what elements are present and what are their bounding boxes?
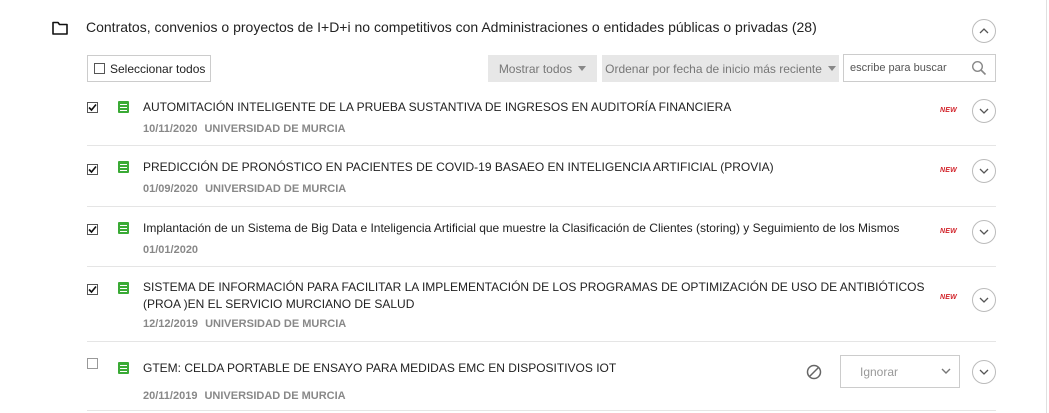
item-meta: 01/01/2020 (143, 244, 198, 256)
item-checkbox[interactable] (87, 358, 98, 369)
chevron-up-icon (979, 28, 989, 34)
item-title[interactable]: GTEM: CELDA PORTABLE DE ENSAYO PARA MEDI… (143, 360, 943, 377)
new-badge: NEW (940, 167, 957, 174)
new-badge: NEW (940, 294, 957, 301)
item-meta: 12/12/2019 UNIVERSIDAD DE MURCIA (143, 318, 346, 330)
ignore-label: Ignorar (860, 364, 899, 379)
ignore-dropdown[interactable]: Ignorar (840, 355, 960, 388)
check-icon (88, 225, 97, 234)
document-icon (118, 222, 129, 234)
select-all-label: Seleccionar todos (110, 61, 206, 76)
item-org: UNIVERSIDAD DE MURCIA (204, 123, 346, 135)
item-date: 10/11/2020 (143, 123, 198, 135)
select-all-box[interactable] (94, 63, 105, 74)
item-date: 12/12/2019 (143, 318, 199, 330)
expand-button[interactable] (972, 99, 996, 123)
chevron-down-icon (979, 229, 989, 235)
item-title[interactable]: AUTOMITACIÓN INTELIGENTE DE LA PRUEBA SU… (143, 99, 943, 116)
new-badge: NEW (940, 107, 957, 114)
section-title: Contratos, convenios o proyectos de I+D+… (86, 19, 817, 35)
row-divider (87, 410, 996, 411)
ban-icon[interactable] (806, 364, 822, 380)
item-title[interactable]: SISTEMA DE INFORMACIÓN PARA FACILITAR LA… (143, 279, 938, 313)
item-org: UNIVERSIDAD DE MURCIA (204, 390, 346, 402)
document-icon (118, 282, 129, 294)
select-all-checkbox[interactable]: Seleccionar todos (87, 55, 211, 82)
expand-button[interactable] (972, 220, 996, 244)
expand-button[interactable] (972, 288, 996, 312)
caret-down-icon (578, 66, 587, 71)
check-icon (88, 103, 97, 112)
item-date: 01/01/2020 (143, 244, 199, 256)
item-checkbox[interactable] (87, 224, 98, 235)
new-badge: NEW (940, 228, 957, 235)
row-divider (87, 145, 996, 146)
item-meta: 01/09/2020 UNIVERSIDAD DE MURCIA (143, 183, 346, 195)
chevron-down-icon (979, 297, 989, 303)
sort-dropdown[interactable]: Ordenar por fecha de inicio más reciente (602, 55, 839, 82)
item-date: 20/11/2019 (143, 390, 198, 402)
item-org: UNIVERSIDAD DE MURCIA (205, 183, 347, 195)
item-meta: 20/11/2019 UNIVERSIDAD DE MURCIA (143, 390, 346, 402)
row-divider (87, 341, 996, 342)
chevron-down-icon (979, 168, 989, 174)
right-border (1046, 0, 1047, 413)
document-icon (118, 362, 129, 374)
chevron-down-icon (941, 368, 951, 374)
check-icon (88, 285, 97, 294)
row-divider (87, 206, 996, 207)
item-checkbox[interactable] (87, 284, 98, 295)
collapse-button[interactable] (972, 19, 996, 43)
item-title[interactable]: PREDICCIÓN DE PRONÓSTICO EN PACIENTES DE… (143, 159, 943, 176)
sort-label: Ordenar por fecha de inicio más reciente (605, 61, 822, 76)
chevron-down-icon (979, 369, 989, 375)
search-icon[interactable] (971, 60, 987, 76)
item-date: 01/09/2020 (143, 183, 199, 195)
item-checkbox[interactable] (87, 164, 98, 175)
search-input[interactable] (850, 62, 970, 74)
document-icon (118, 161, 129, 173)
search-box[interactable] (843, 54, 996, 82)
show-all-label: Mostrar todos (498, 61, 573, 76)
row-divider (87, 266, 996, 267)
item-org: UNIVERSIDAD DE MURCIA (205, 318, 347, 330)
item-checkbox[interactable] (87, 102, 98, 113)
item-meta: 10/11/2020 UNIVERSIDAD DE MURCIA (143, 123, 346, 135)
caret-down-icon (827, 66, 836, 71)
folder-icon (52, 21, 68, 35)
expand-button[interactable] (972, 159, 996, 183)
document-icon (118, 101, 129, 113)
check-icon (88, 165, 97, 174)
expand-button[interactable] (972, 360, 996, 384)
chevron-down-icon (979, 108, 989, 114)
item-title[interactable]: Implantación de un Sistema de Big Data e… (143, 220, 943, 237)
show-all-dropdown[interactable]: Mostrar todos (488, 55, 597, 82)
